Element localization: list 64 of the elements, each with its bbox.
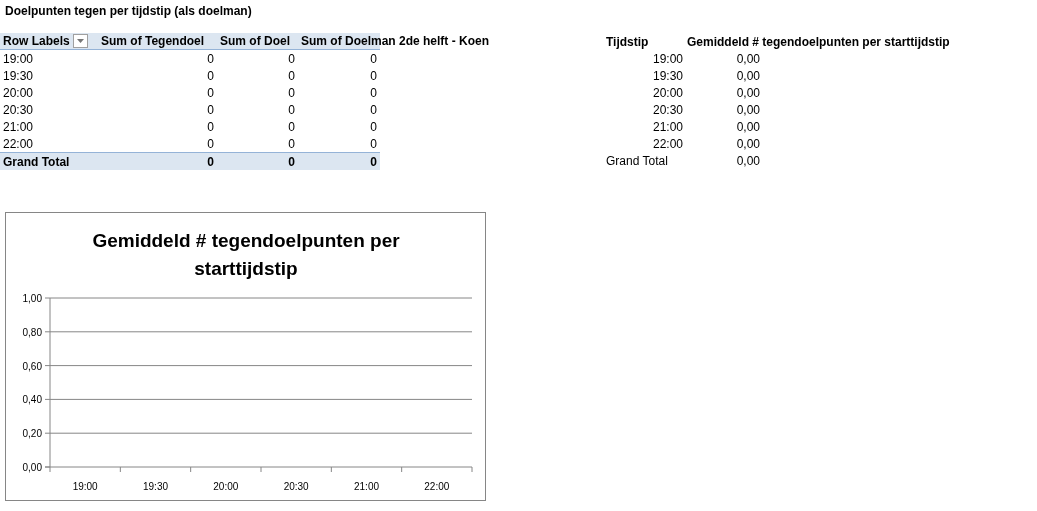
table-cell: 20:00 [652, 85, 683, 100]
table-cell: 0,00 [736, 153, 760, 168]
table-cell: 0 [288, 154, 295, 169]
table-cell: 0,00 [736, 119, 760, 134]
table-cell: 0 [370, 51, 377, 66]
axis-tick-label: 0,20 [22, 428, 42, 440]
table-cell: 20:30 [3, 102, 34, 117]
table-cell: Grand Total [606, 153, 668, 168]
table-cell: 0,00 [736, 68, 760, 83]
column-header: Tijdstip [606, 34, 649, 49]
axis-tick-label: 19:30 [143, 481, 168, 492]
table-cell: 19:30 [3, 68, 34, 83]
sheet-title: Doelpunten tegen per tijdstip (als doelman) [4, 3, 253, 18]
table-cell: 19:00 [3, 51, 34, 66]
axis-tick-label: 0,00 [22, 462, 42, 473]
axis-tick-label: 0,80 [22, 326, 42, 338]
table-cell: 0 [207, 154, 214, 169]
column-header: Sum of Doel [220, 33, 290, 50]
axis-tick-label: 20:30 [283, 481, 309, 492]
table-cell: 0 [288, 119, 295, 134]
table-cell: 0,00 [736, 51, 760, 66]
column-header: Row Labels [3, 33, 70, 50]
table-cell: 0 [207, 136, 214, 151]
table-cell: 0 [288, 85, 295, 100]
axis-tick-label: 1,00 [22, 293, 42, 304]
table-cell: 20:30 [652, 102, 683, 117]
axis-tick-label: 22:00 [424, 481, 450, 492]
axis-tick-label: 21:00 [354, 481, 379, 492]
table-cell: 0 [370, 102, 377, 117]
chart-title: Gemiddeld # tegendoelpunten per starttijdstip [92, 230, 400, 279]
filter-dropdown-button[interactable] [72, 34, 88, 48]
table-cell: 0 [288, 136, 295, 151]
table-cell: 19:30 [652, 68, 683, 83]
table-cell: Grand Total [3, 154, 70, 169]
axis-tick-label: 20:00 [213, 481, 239, 492]
axis-tick-label: 19:00 [72, 481, 98, 492]
table-cell: 20:00 [3, 85, 34, 100]
table-cell: 0 [370, 136, 377, 151]
table-cell: 22:00 [652, 136, 683, 151]
table-cell: 0 [207, 119, 214, 134]
column-header: Sum of Tegendoel [101, 33, 205, 50]
column-header: Gemiddeld # tegendoelpunten per starttijdstip [687, 34, 950, 49]
table-cell: 0 [370, 68, 377, 83]
axis-tick-label: 0,40 [22, 394, 42, 406]
table-cell: 0 [207, 102, 214, 117]
table-cell: 0 [288, 102, 295, 117]
caret-icon [76, 39, 84, 43]
table-cell: 0 [288, 68, 295, 83]
table-cell: 19:00 [652, 51, 683, 66]
table-cell: 0 [370, 85, 377, 100]
table-cell: 0 [207, 85, 214, 100]
table-cell: 0 [370, 119, 377, 134]
table-cell: 22:00 [3, 136, 34, 151]
table-cell: 21:00 [652, 119, 683, 134]
table-cell: 0 [288, 51, 295, 66]
axis-tick-label: 0,60 [22, 360, 42, 372]
table-cell: 0,00 [736, 102, 760, 117]
table-cell: 21:00 [3, 119, 34, 134]
column-header: Sum of Doelman 2de helft - Koen [301, 33, 489, 50]
table-cell: 0,00 [736, 136, 760, 151]
table-cell: 0,00 [736, 85, 760, 100]
table-cell: 0 [370, 154, 377, 169]
table-cell: 0 [207, 68, 214, 83]
table-cell: 0 [207, 51, 214, 66]
